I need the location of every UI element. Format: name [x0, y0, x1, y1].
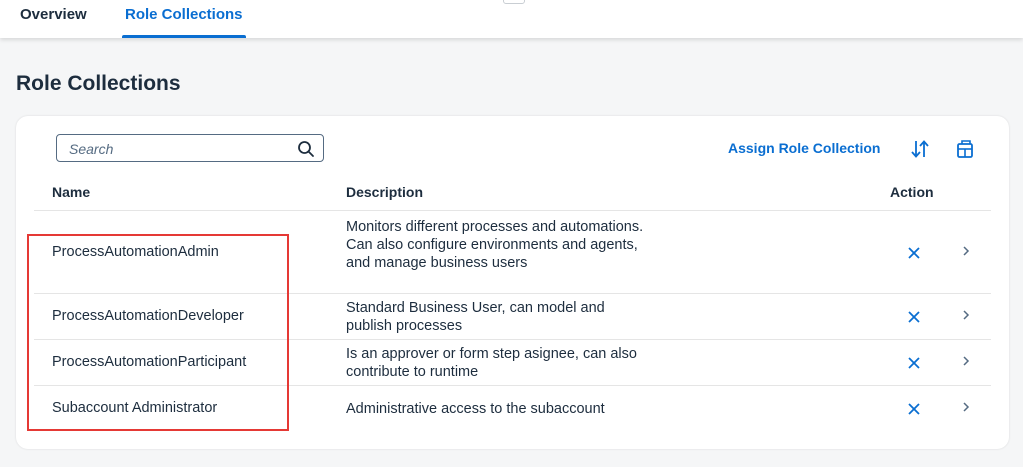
role-description: Standard Business User, can model and pu…: [346, 300, 605, 334]
search-input[interactable]: [67, 139, 291, 159]
table-row[interactable]: Subaccount Administrator Administrative …: [34, 386, 991, 431]
role-name: ProcessAutomationParticipant: [52, 354, 247, 370]
chevron-right-icon[interactable]: [960, 401, 972, 413]
chevron-right-icon[interactable]: [960, 355, 972, 367]
role-name: ProcessAutomationDeveloper: [52, 308, 244, 324]
remove-icon[interactable]: [906, 309, 922, 325]
remove-icon[interactable]: [906, 401, 922, 417]
tab-role-collections[interactable]: Role Collections: [122, 0, 246, 38]
search-icon[interactable]: [297, 140, 315, 158]
column-header-description[interactable]: Description: [346, 184, 423, 200]
table-settings-icon[interactable]: [954, 138, 976, 160]
header-collapse-handle[interactable]: [503, 0, 525, 4]
tab-overview[interactable]: Overview: [20, 0, 87, 38]
remove-icon[interactable]: [906, 355, 922, 371]
chevron-right-icon[interactable]: [960, 309, 972, 321]
sort-icon[interactable]: [909, 138, 931, 160]
column-header-action[interactable]: Action: [890, 184, 934, 200]
search-field[interactable]: [56, 134, 324, 162]
role-name: ProcessAutomationAdmin: [52, 244, 219, 260]
role-collections-card: Assign Role Collection Name Description …: [16, 116, 1009, 449]
page-title: Role Collections: [16, 72, 181, 95]
table-row[interactable]: ProcessAutomationDeveloper Standard Busi…: [34, 294, 991, 340]
assign-role-collection-button[interactable]: Assign Role Collection: [728, 140, 880, 156]
remove-icon[interactable]: [906, 245, 922, 261]
tab-bar: Overview Role Collections: [0, 0, 1023, 38]
role-description: Monitors different processes and automat…: [346, 219, 644, 271]
chevron-right-icon[interactable]: [960, 245, 972, 257]
role-name: Subaccount Administrator: [52, 400, 218, 416]
role-description: Administrative access to the subaccount: [346, 401, 605, 417]
table-row[interactable]: ProcessAutomationAdmin Monitors differen…: [34, 211, 991, 294]
table-header: Name Description Action: [34, 174, 991, 211]
role-description: Is an approver or form step asignee, can…: [346, 346, 637, 380]
table-row[interactable]: ProcessAutomationParticipant Is an appro…: [34, 340, 991, 386]
column-header-name[interactable]: Name: [52, 184, 90, 200]
